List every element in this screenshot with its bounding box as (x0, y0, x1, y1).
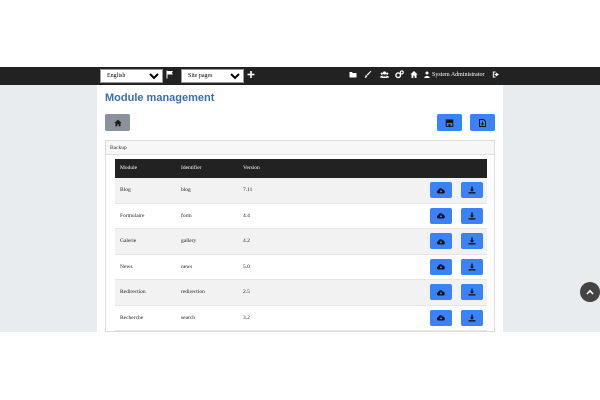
cloud-download-icon (436, 314, 446, 321)
site-pages-select[interactable]: Site pages (181, 69, 244, 83)
module-identifier: form (181, 212, 192, 219)
import-button[interactable] (470, 114, 495, 131)
home-button[interactable] (105, 114, 130, 131)
download-icon (468, 237, 476, 245)
module-identifier: blog (181, 187, 191, 193)
users-icon[interactable] (380, 70, 390, 81)
module-identifier: news (181, 263, 193, 270)
sign-out-icon[interactable] (492, 70, 502, 81)
column-header-identifier: Identifier (181, 165, 202, 171)
backup-card: Backup Module Identifier Version Blog bl… (105, 140, 495, 332)
cloud-download-icon (436, 263, 446, 270)
module-name: Galerie (120, 238, 137, 244)
download-icon (468, 314, 476, 322)
module-version: 4.2 (243, 238, 250, 244)
download-button[interactable] (461, 258, 483, 275)
user-name-label[interactable]: System Administrator (432, 70, 485, 81)
backup-button[interactable] (430, 182, 452, 198)
module-name: Redirection (120, 289, 146, 295)
module-version: 7.11 (243, 187, 253, 193)
module-version: 5.0 (243, 263, 250, 270)
backup-button[interactable] (430, 233, 452, 249)
backup-button[interactable] (430, 258, 452, 275)
module-name: Blog (120, 187, 131, 193)
plus-icon[interactable] (247, 70, 257, 81)
scroll-to-top-button[interactable] (580, 282, 600, 302)
card-header: Backup (106, 141, 494, 155)
table-row: Recherche search 3.2 (115, 305, 487, 331)
screen: English Site pages System Administrator … (0, 0, 600, 400)
module-version: 3.2 (243, 314, 250, 321)
column-header-module: Module (120, 165, 138, 171)
module-version: 2.5 (243, 289, 250, 295)
download-button[interactable] (461, 309, 483, 326)
module-name: Recherche (120, 314, 144, 321)
cloud-download-icon (436, 289, 446, 296)
table-row: Blog blog 7.11 (115, 178, 487, 204)
module-identifier: gallery (181, 238, 197, 244)
store-icon (445, 119, 454, 127)
cloud-download-icon (436, 212, 446, 219)
column-header-version: Version (243, 165, 260, 171)
table-row: Formulaire form 4.4 (115, 203, 487, 229)
download-icon (468, 212, 476, 220)
download-button[interactable] (461, 284, 483, 300)
cloud-download-icon (436, 238, 446, 245)
brush-icon[interactable] (364, 70, 374, 81)
module-name: Formulaire (120, 212, 145, 219)
store-button[interactable] (437, 114, 462, 131)
download-icon (468, 263, 476, 271)
module-identifier: search (181, 314, 196, 321)
home-icon[interactable] (410, 70, 420, 81)
table-row: Redirection redirection 2.5 (115, 280, 487, 306)
modules-table: Module Identifier Version Blog blog 7.11… (115, 159, 487, 331)
home-icon (113, 119, 122, 127)
download-icon (468, 288, 476, 296)
module-name: News (120, 263, 133, 270)
download-button[interactable] (461, 233, 483, 249)
file-import-icon (479, 118, 486, 127)
backup-button[interactable] (430, 284, 452, 300)
backup-button[interactable] (430, 309, 452, 326)
table-row: News news 5.0 (115, 254, 487, 280)
top-toolbar (0, 67, 600, 85)
download-button[interactable] (461, 207, 483, 224)
module-identifier: redirection (181, 289, 205, 295)
cloud-download-icon (436, 187, 446, 194)
chevron-up-icon (586, 289, 594, 295)
folder-icon[interactable] (349, 70, 359, 81)
module-version: 4.4 (243, 212, 250, 219)
page-title: Module management (105, 92, 215, 104)
download-icon (468, 186, 476, 194)
language-select[interactable]: English (100, 69, 163, 83)
flag-icon[interactable] (166, 70, 176, 81)
download-button[interactable] (461, 182, 483, 198)
table-row: Galerie gallery 4.2 (115, 229, 487, 255)
user-icon (424, 70, 430, 81)
table-header: Module Identifier Version (115, 159, 487, 178)
backup-button[interactable] (430, 207, 452, 224)
cogs-icon[interactable] (395, 70, 405, 81)
